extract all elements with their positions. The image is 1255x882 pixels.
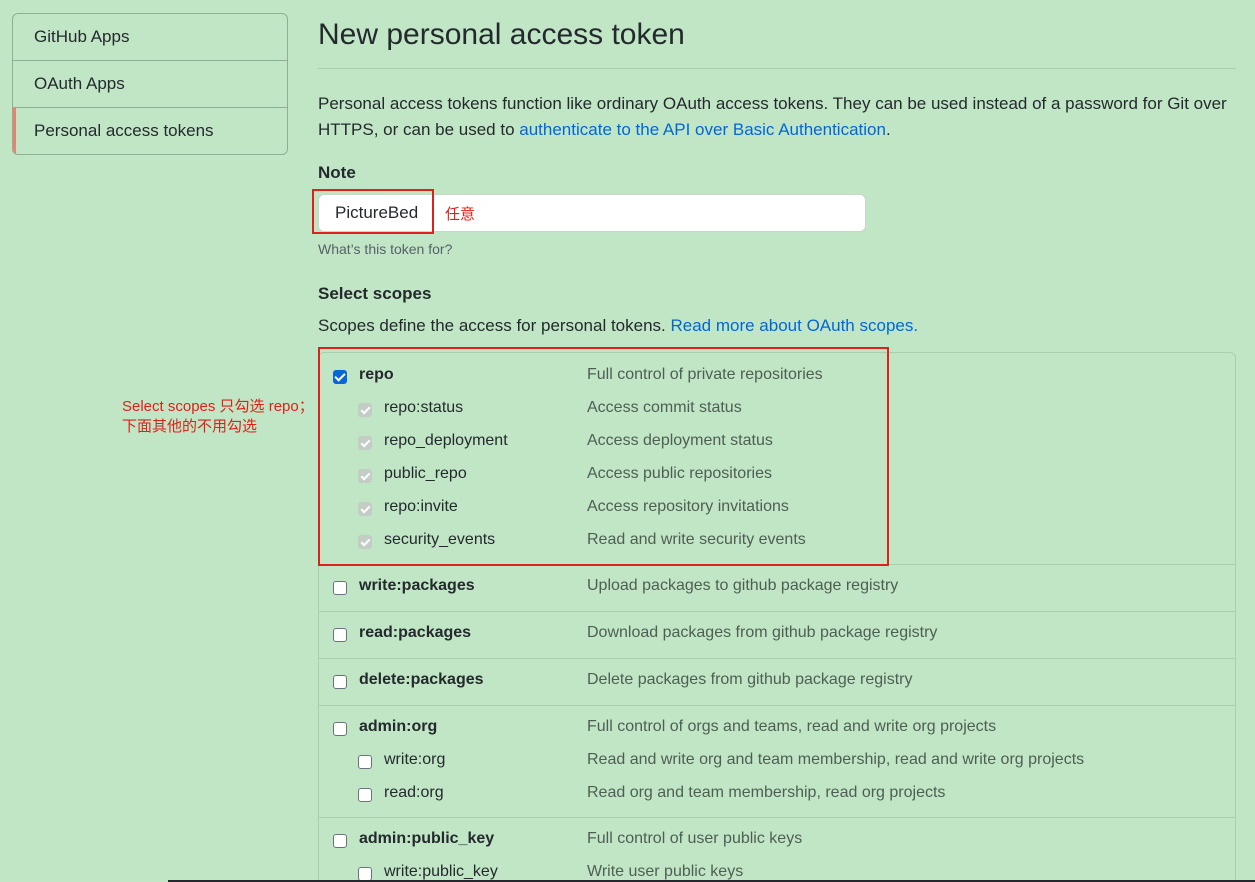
scope-description: Access commit status	[587, 399, 742, 416]
scope-description: Full control of private repositories	[587, 366, 823, 383]
scope-row-repo-invite: repo:invite Access repository invitation…	[319, 496, 1235, 526]
scope-row-read-org: read:org Read org and team membership, r…	[319, 782, 1235, 812]
security-events-checkbox[interactable]	[358, 535, 372, 549]
scopes-title: Select scopes	[318, 284, 432, 303]
scope-group-read-packages: read:packages Download packages from git…	[319, 612, 1235, 659]
scope-row-repo: repo Full control of private repositorie…	[319, 364, 1235, 394]
scope-row-admin-org: admin:org Full control of orgs and teams…	[319, 716, 1235, 746]
scope-description: Write user public keys	[587, 863, 744, 880]
scope-description: Upload packages to github package regist…	[587, 577, 899, 594]
scope-description: Full control of orgs and teams, read and…	[587, 718, 997, 735]
scopes-annotation-line: 下面其他的不用勾选	[122, 418, 258, 435]
scope-name: admin:org	[359, 718, 438, 735]
settings-sidebar: GitHub Apps OAuth Apps Personal access t…	[12, 13, 288, 155]
scopes-annotation: Select scopes 只勾选 repo； 下面其他的不用勾选	[122, 397, 314, 437]
page-description: Personal access tokens function like ord…	[318, 91, 1248, 143]
description-end: .	[885, 120, 891, 139]
sidebar-item-github-apps[interactable]: GitHub Apps	[13, 14, 287, 61]
scope-description: Read and write security events	[587, 531, 806, 548]
write-public-key-checkbox[interactable]	[358, 867, 372, 881]
scope-description: Access public repositories	[587, 465, 772, 482]
scope-name: repo_deployment	[384, 432, 508, 449]
page: GitHub Apps OAuth Apps Personal access t…	[0, 0, 1255, 882]
scope-row-delete-packages: delete:packages Delete packages from git…	[319, 669, 1235, 699]
repo-checkbox[interactable]	[333, 370, 347, 384]
delete-packages-checkbox[interactable]	[333, 675, 347, 689]
scope-row-write-org: write:org Read and write org and team me…	[319, 749, 1235, 779]
sidebar-item-label: Personal access tokens	[34, 121, 214, 140]
scope-description: Delete packages from github package regi…	[587, 671, 913, 688]
scope-name: read:org	[384, 784, 444, 801]
scopes-description-text: Scopes define the access for personal to…	[318, 316, 671, 335]
scope-name: write:packages	[359, 577, 475, 594]
read-packages-checkbox[interactable]	[333, 628, 347, 642]
scope-row-security-events: security_events Read and write security …	[319, 529, 1235, 559]
repo-status-checkbox[interactable]	[358, 403, 372, 417]
scope-name: repo:status	[384, 399, 464, 416]
note-annotation: 任意	[445, 206, 476, 223]
scope-name: write:org	[384, 751, 446, 768]
repo-invite-checkbox[interactable]	[358, 502, 372, 516]
oauth-scopes-link[interactable]: Read more about OAuth scopes.	[670, 316, 918, 335]
repo-deployment-checkbox[interactable]	[358, 436, 372, 450]
sidebar-item-label: GitHub Apps	[34, 27, 130, 46]
admin-public-key-checkbox[interactable]	[333, 834, 347, 848]
scope-description: Download packages from github package re…	[587, 624, 938, 641]
write-org-checkbox[interactable]	[358, 755, 372, 769]
scope-name: delete:packages	[359, 671, 484, 688]
scope-row-read-packages: read:packages Download packages from git…	[319, 622, 1235, 652]
admin-org-checkbox[interactable]	[333, 722, 347, 736]
sidebar-item-label: OAuth Apps	[34, 74, 125, 93]
sidebar-item-oauth-apps[interactable]: OAuth Apps	[13, 61, 287, 108]
scopes-description: Scopes define the access for personal to…	[318, 316, 918, 336]
basic-auth-link[interactable]: authenticate to the API over Basic Authe…	[519, 120, 886, 139]
scope-description: Access deployment status	[587, 432, 773, 449]
note-input[interactable]	[318, 194, 866, 232]
note-label: Note	[318, 163, 356, 182]
scope-row-write-public-key: write:public_key Write user public keys	[319, 861, 1235, 882]
scope-name: repo:invite	[384, 498, 458, 515]
scope-name: admin:public_key	[359, 830, 495, 847]
read-org-checkbox[interactable]	[358, 788, 372, 802]
scope-row-write-packages: write:packages Upload packages to github…	[319, 575, 1235, 605]
scope-name: read:packages	[359, 624, 472, 641]
write-packages-checkbox[interactable]	[333, 581, 347, 595]
scope-name: repo	[359, 366, 394, 383]
scopes-annotation-line: Select scopes 只勾选 repo；	[122, 398, 314, 415]
scope-description: Read and write org and team membership, …	[587, 751, 1085, 768]
scope-description: Access repository invitations	[587, 498, 789, 515]
scope-row-repo-deployment: repo_deployment Access deployment status	[319, 430, 1235, 460]
public-repo-checkbox[interactable]	[358, 469, 372, 483]
scope-group-repo: repo Full control of private repositorie…	[319, 353, 1235, 565]
scopes-table: repo Full control of private repositorie…	[318, 352, 1236, 882]
scope-name: security_events	[384, 531, 496, 548]
scope-group-admin-public-key: admin:public_key Full control of user pu…	[319, 818, 1235, 882]
scope-row-admin-public-key: admin:public_key Full control of user pu…	[319, 828, 1235, 858]
scope-description: Full control of user public keys	[587, 830, 803, 847]
scope-name: write:public_key	[384, 863, 498, 880]
scope-row-public-repo: public_repo Access public repositories	[319, 463, 1235, 493]
scope-group-admin-org: admin:org Full control of orgs and teams…	[319, 706, 1235, 818]
note-help-text: What’s this token for?	[318, 241, 453, 257]
title-divider	[318, 68, 1236, 69]
scope-group-write-packages: write:packages Upload packages to github…	[319, 565, 1235, 612]
scope-description: Read org and team membership, read org p…	[587, 784, 946, 801]
sidebar-item-personal-access-tokens[interactable]: Personal access tokens	[13, 108, 287, 154]
page-title: New personal access token	[318, 18, 685, 51]
scope-name: public_repo	[384, 465, 467, 482]
scope-group-delete-packages: delete:packages Delete packages from git…	[319, 659, 1235, 706]
scope-row-repo-status: repo:status Access commit status	[319, 397, 1235, 427]
